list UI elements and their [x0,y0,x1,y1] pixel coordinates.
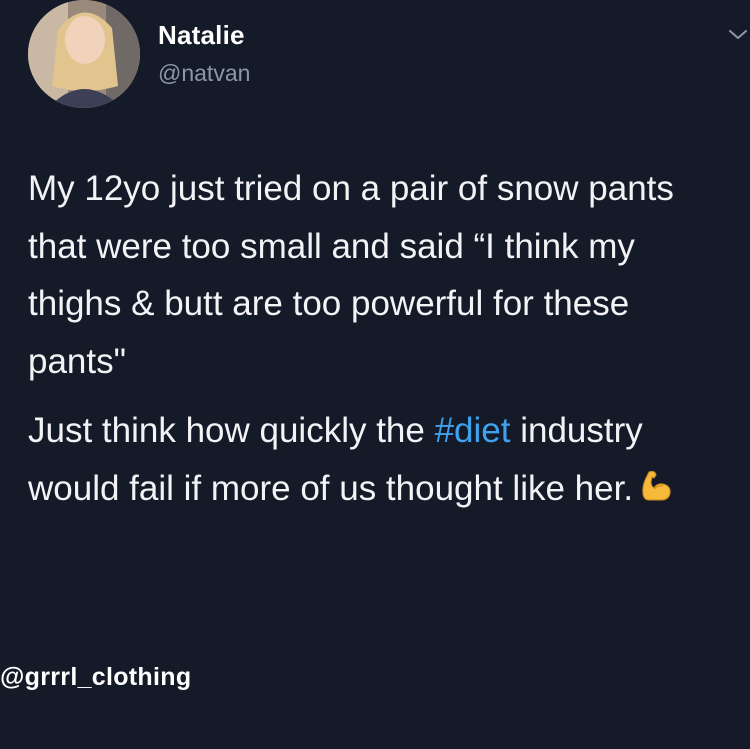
tweet-text: Just think how quickly the [28,411,435,450]
flexed-biceps-icon [639,464,675,500]
chevron-down-icon[interactable] [726,22,750,46]
tweet-body: My 12yo just tried on a pair of snow pan… [28,160,734,517]
avatar[interactable] [28,0,140,108]
avatar-photo-icon [28,0,140,108]
tweet-card: Natalie @natvan My 12yo just tried on a … [0,0,750,749]
watermark: @grrrl_clothing [0,663,192,691]
tweet-paragraph: Just think how quickly the #diet industr… [28,402,734,517]
hashtag-link[interactable]: #diet [435,411,511,450]
user-handle[interactable]: @natvan [158,60,250,87]
tweet-paragraph: My 12yo just tried on a pair of snow pan… [28,169,674,381]
display-name[interactable]: Natalie [158,20,245,51]
